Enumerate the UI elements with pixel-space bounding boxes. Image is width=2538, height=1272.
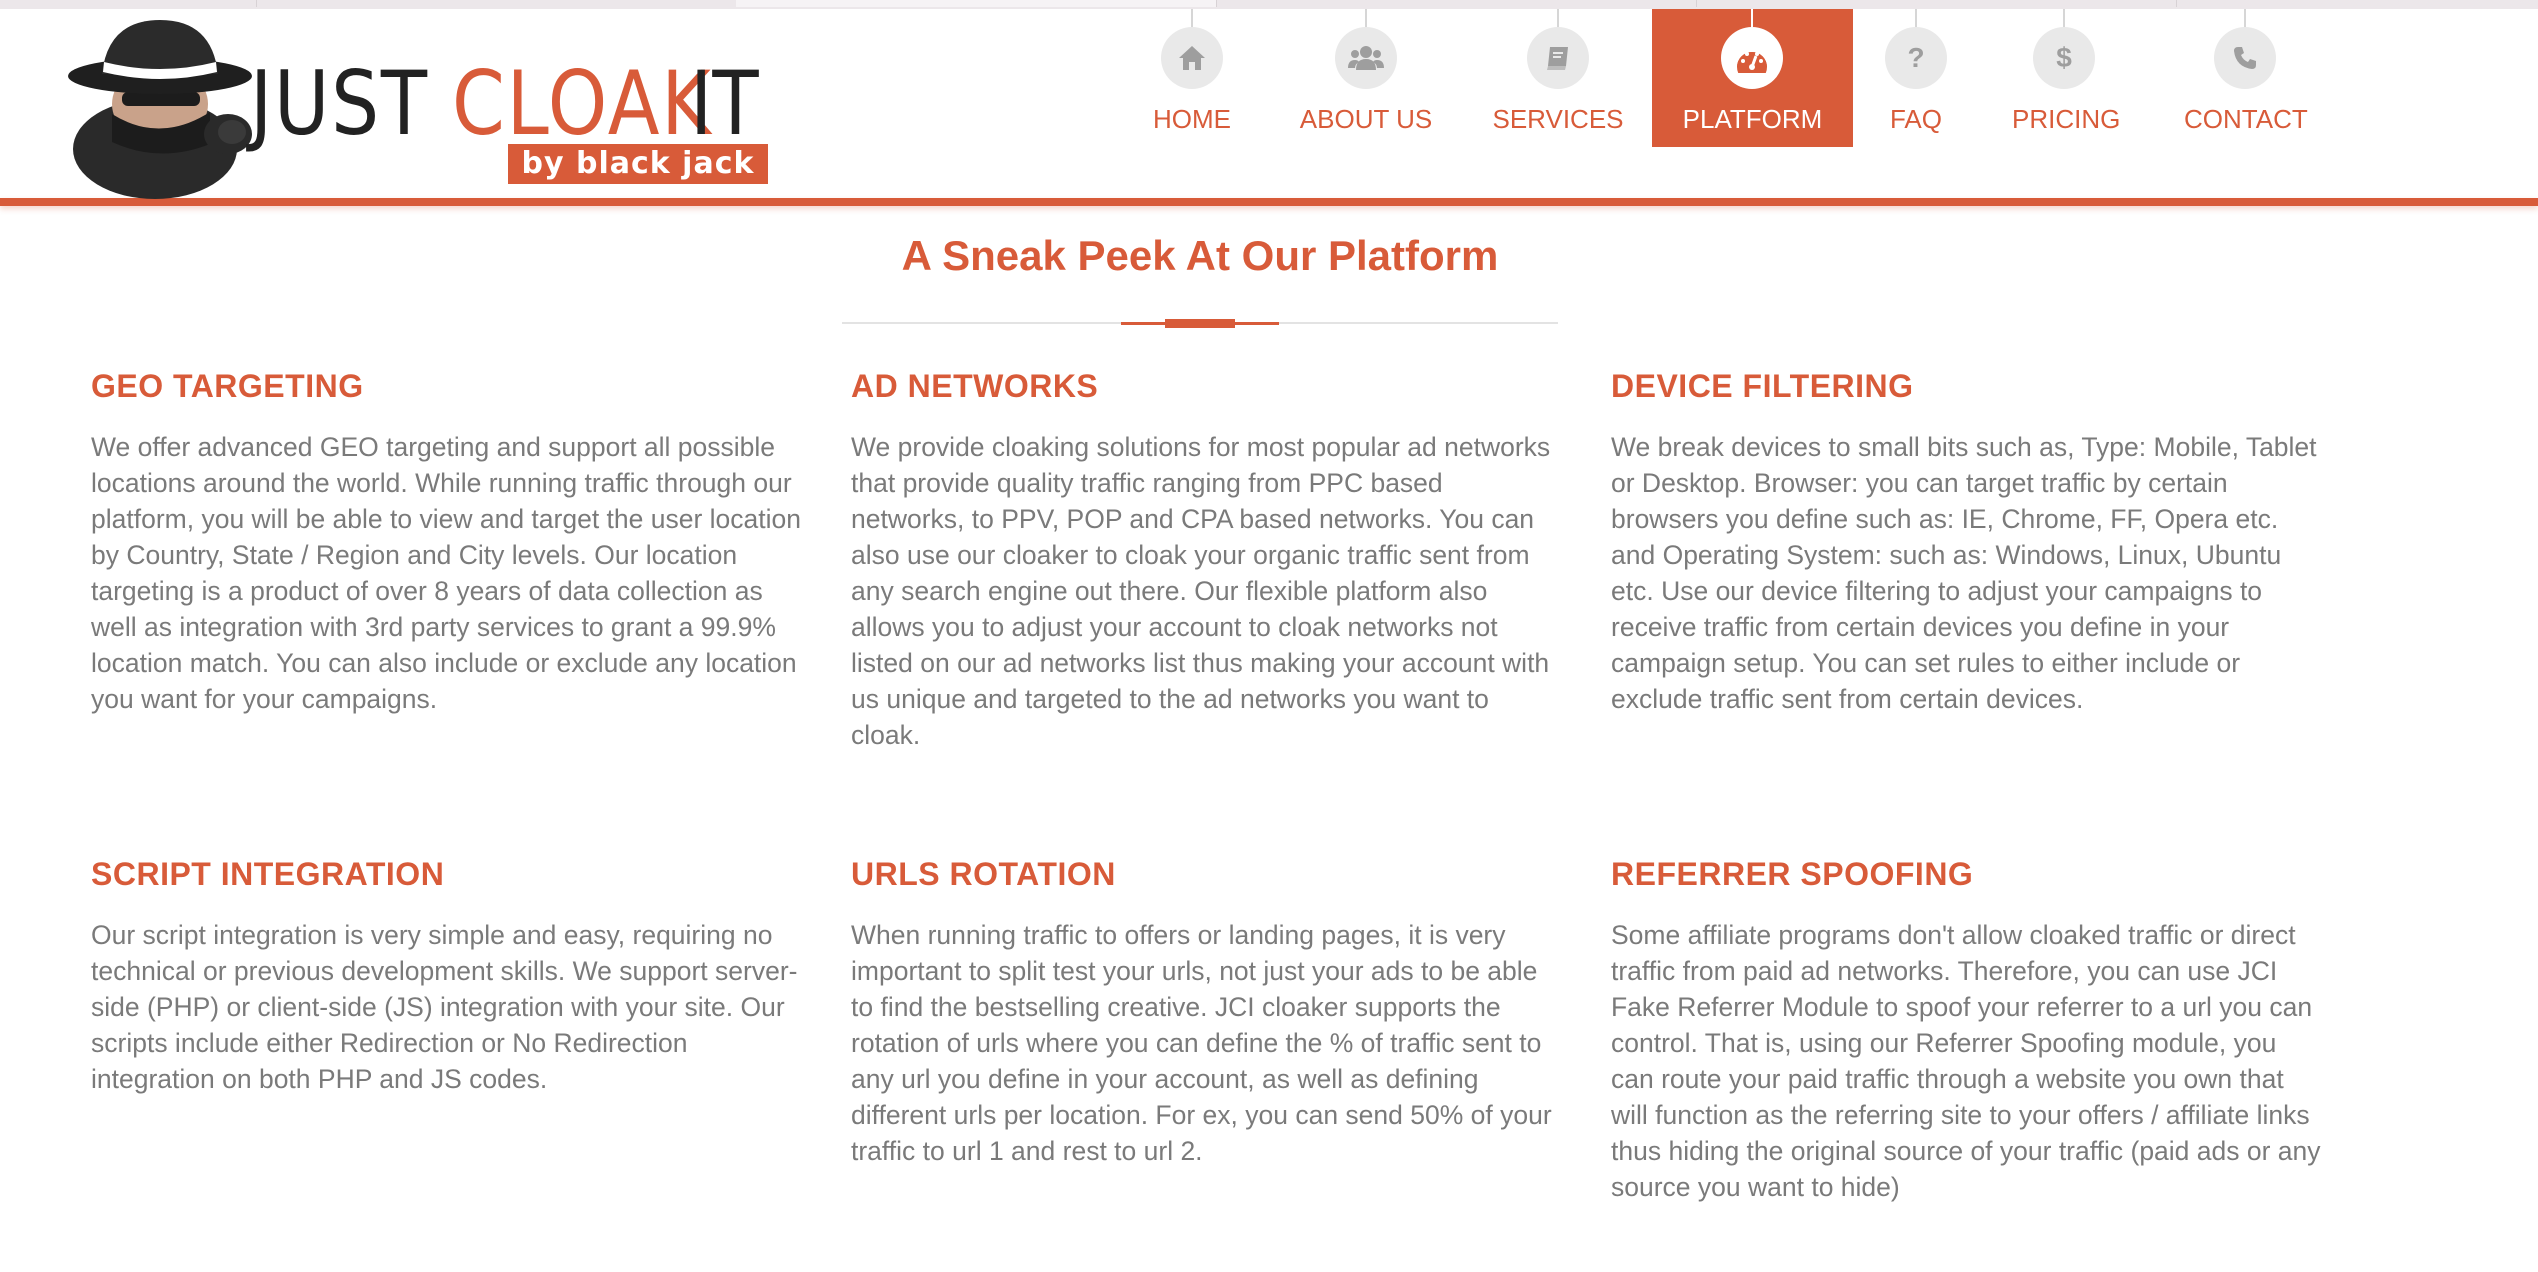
- feature-text: Some affiliate programs don't allow cloa…: [1611, 920, 2321, 1202]
- nav-label: FAQ: [1889, 104, 1942, 134]
- nav-home[interactable]: HOME: [1152, 9, 1232, 147]
- nav-pricing[interactable]: $ PRICING: [2012, 9, 2121, 147]
- nav-contact[interactable]: CONTACT: [2184, 9, 2308, 147]
- top-strip-segment: [736, 0, 1217, 7]
- feature-text: We break devices to small bits such as, …: [1611, 432, 2317, 714]
- nav-services[interactable]: SERVICES: [1492, 9, 1624, 147]
- logo-byline: by black jack: [508, 144, 768, 184]
- feature-geo-targeting: GEO TARGETING We offer advanced GEO targ…: [91, 368, 801, 717]
- nav-connector: [1751, 9, 1753, 27]
- nav-label: PRICING: [2012, 104, 2121, 134]
- feature-title: REFERRER SPOOFING: [1611, 856, 1974, 892]
- nav-faq[interactable]: ? FAQ: [1878, 9, 1954, 147]
- nav-connector: [2063, 9, 2065, 27]
- feature-urls-rotation: URLS ROTATION When running traffic to of…: [851, 856, 1561, 1169]
- top-strip-segment: [0, 0, 257, 7]
- feature-title: SCRIPT INTEGRATION: [91, 856, 445, 892]
- feature-title: GEO TARGETING: [91, 368, 364, 404]
- dashboard-icon: [1721, 27, 1783, 89]
- page-title: A Sneak Peek At Our Platform: [901, 232, 1499, 279]
- nav-platform[interactable]: PLATFORM: [1652, 9, 1853, 147]
- feature-text: Our script integration is very simple an…: [91, 920, 798, 1094]
- nav-label: SERVICES: [1492, 104, 1624, 134]
- top-strip-segment: [1216, 0, 1697, 7]
- feature-text: We offer advanced GEO targeting and supp…: [91, 432, 802, 714]
- home-icon: [1161, 27, 1223, 89]
- dollar-icon: $: [2033, 27, 2095, 89]
- nav-label: CONTACT: [2184, 104, 2308, 134]
- nav-connector: [1915, 9, 1917, 27]
- top-strip-segment: [1696, 0, 2177, 7]
- feature-title: DEVICE FILTERING: [1611, 368, 1914, 404]
- title-divider-accent-center: [1165, 319, 1235, 328]
- question-icon: ?: [1885, 27, 1947, 89]
- nav-label: ABOUT US: [1299, 104, 1433, 134]
- nav-about-us[interactable]: ABOUT US: [1298, 9, 1434, 147]
- users-icon: [1335, 27, 1397, 89]
- feature-device-filtering: DEVICE FILTERING We break devices to sma…: [1611, 368, 2321, 717]
- logo-text-it: IT: [690, 52, 759, 155]
- spy-mascot-icon: [68, 20, 252, 199]
- site-logo[interactable]: JUST CLOAK IT by black jack: [60, 14, 780, 204]
- nav-label: PLATFORM: [1682, 104, 1823, 134]
- top-strip-segment: [256, 0, 737, 7]
- top-strip: [0, 0, 2538, 9]
- logo-text-just: JUST: [250, 52, 429, 155]
- feature-ad-networks: AD NETWORKS We provide cloaking solution…: [851, 368, 1561, 753]
- feature-title: AD NETWORKS: [851, 368, 1099, 404]
- feature-script-integration: SCRIPT INTEGRATION Our script integratio…: [91, 856, 801, 1097]
- feature-referrer-spoofing: REFERRER SPOOFING Some affiliate program…: [1611, 856, 2321, 1205]
- book-icon: [1527, 27, 1589, 89]
- feature-text: We provide cloaking solutions for most p…: [851, 432, 1551, 750]
- nav-connector: [2244, 9, 2246, 27]
- feature-text: When running traffic to offers or landin…: [851, 920, 1552, 1166]
- nav-label: HOME: [1153, 104, 1231, 134]
- nav-connector: [1365, 9, 1367, 27]
- feature-title: URLS ROTATION: [851, 856, 1116, 892]
- phone-icon: [2214, 27, 2276, 89]
- nav-connector: [1191, 9, 1193, 27]
- nav-connector: [1557, 9, 1559, 27]
- logo-text-cloak: CLOAK: [452, 52, 713, 155]
